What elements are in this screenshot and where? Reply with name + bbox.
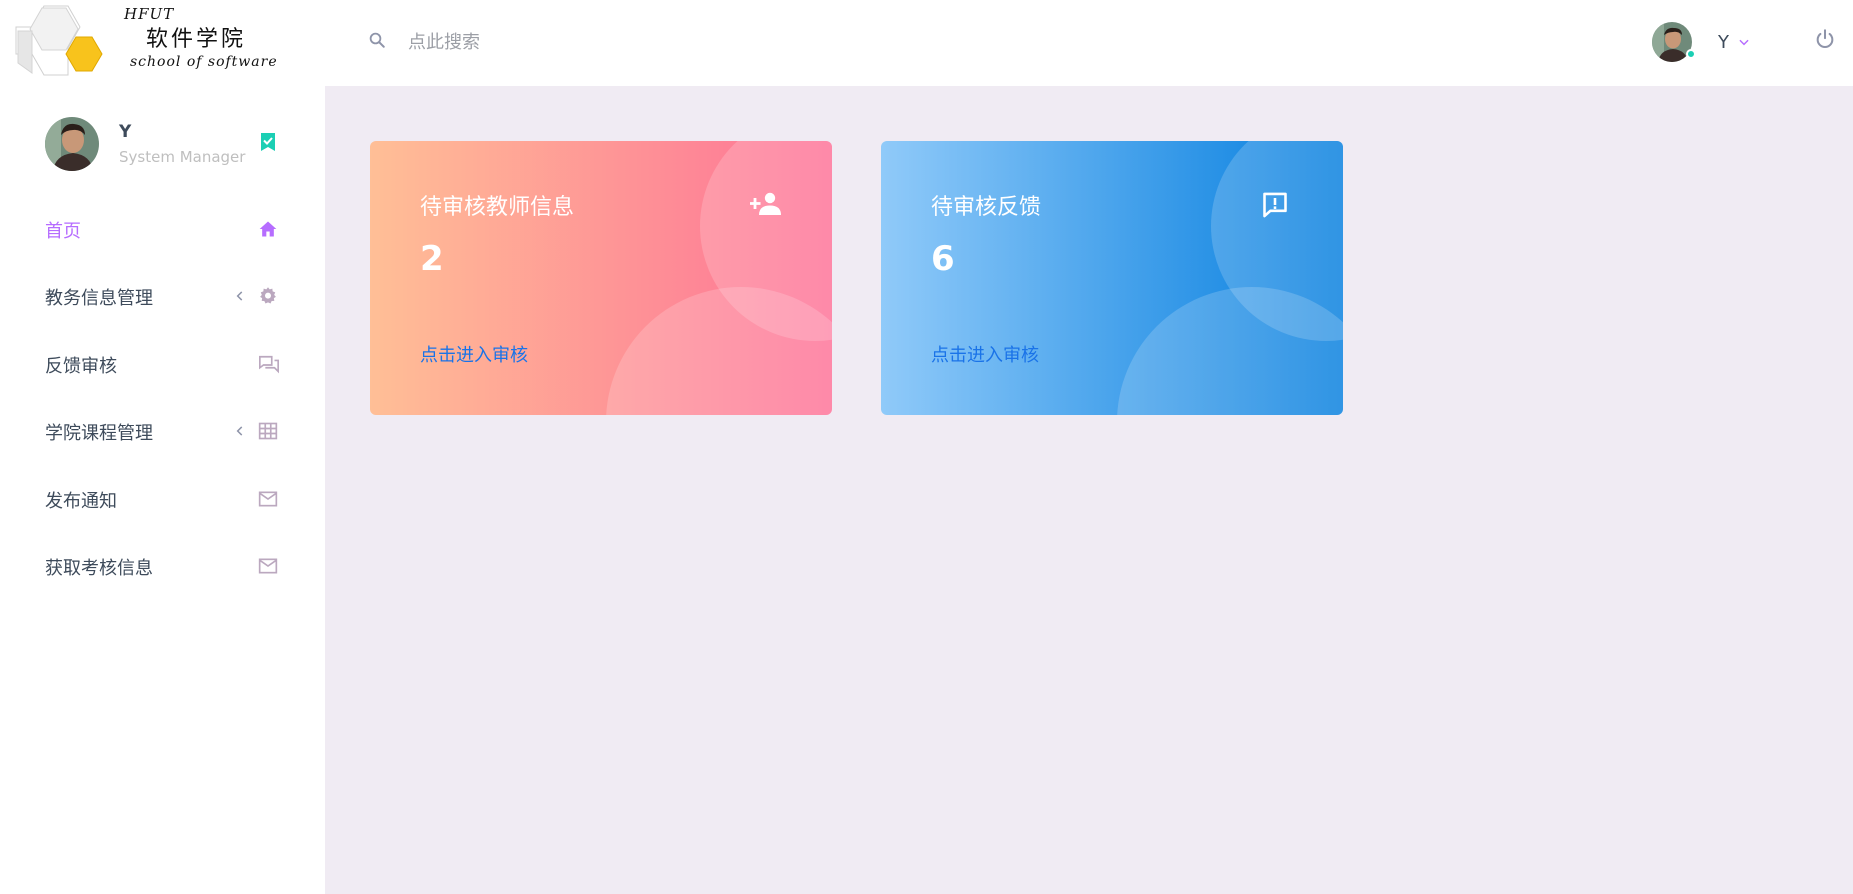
card-title: 待审核反馈 bbox=[931, 195, 1042, 220]
sidebar-item-academic-info[interactable]: 教务信息管理 bbox=[0, 264, 325, 332]
search-bar bbox=[368, 22, 868, 62]
card-decoration-circle bbox=[606, 287, 832, 415]
card-decoration-circle bbox=[1117, 287, 1343, 415]
review-link[interactable]: 点击进入审核 bbox=[420, 341, 528, 367]
sidebar: Y System Manager 首页 教务信息管理 反馈审核 学院课程管理 发… bbox=[0, 86, 325, 894]
review-link[interactable]: 点击进入审核 bbox=[931, 341, 1039, 367]
sidebar-item-label: 获取考核信息 bbox=[45, 558, 153, 580]
top-navbar: HFUT 软件学院 school of software Y bbox=[0, 0, 1853, 86]
account-plus-icon bbox=[750, 191, 784, 221]
sidebar-item-home[interactable]: 首页 bbox=[0, 196, 325, 264]
sidebar-user-role: System Manager bbox=[119, 148, 246, 166]
brand-text: HFUT 软件学院 school of software bbox=[124, 5, 278, 70]
nav-avatar-wrap bbox=[1652, 22, 1696, 62]
sidebar-item-label: 反馈审核 bbox=[45, 355, 117, 377]
search-icon[interactable] bbox=[368, 31, 390, 53]
hexagon-logo-icon bbox=[15, 5, 103, 76]
brand-name-en: school of software bbox=[130, 54, 278, 70]
sidebar-item-label: 教务信息管理 bbox=[45, 288, 153, 310]
message-alert-icon bbox=[1261, 191, 1295, 221]
chevron-down-icon bbox=[1737, 35, 1751, 49]
sidebar-item-assessment-info[interactable]: 获取考核信息 bbox=[0, 534, 325, 602]
home-icon bbox=[258, 219, 280, 241]
sidebar-item-course-management[interactable]: 学院课程管理 bbox=[0, 399, 325, 467]
email-icon bbox=[258, 489, 280, 511]
bookmark-check-icon bbox=[259, 132, 281, 154]
forum-icon bbox=[258, 354, 280, 376]
online-status-dot bbox=[1686, 49, 1696, 59]
power-icon[interactable] bbox=[1814, 28, 1838, 52]
avatar bbox=[45, 117, 99, 171]
nav-profile-dropdown[interactable]: Y bbox=[1652, 20, 1751, 64]
sidebar-item-publish-notice[interactable]: 发布通知 bbox=[0, 466, 325, 534]
search-input[interactable] bbox=[408, 31, 828, 53]
chevron-left-icon bbox=[233, 289, 249, 305]
card-value: 2 bbox=[420, 239, 444, 279]
sidebar-menu: 首页 教务信息管理 反馈审核 学院课程管理 发布通知 获取考核信息 bbox=[0, 196, 325, 601]
table-icon bbox=[258, 421, 280, 443]
gear-icon bbox=[258, 286, 280, 308]
sidebar-item-feedback-review[interactable]: 反馈审核 bbox=[0, 331, 325, 399]
pending-teacher-card: 待审核教师信息 2 点击进入审核 bbox=[370, 141, 832, 415]
card-title: 待审核教师信息 bbox=[420, 195, 575, 220]
chevron-left-icon bbox=[233, 424, 249, 440]
sidebar-profile-info: Y System Manager bbox=[119, 122, 245, 166]
sidebar-profile[interactable]: Y System Manager bbox=[45, 116, 285, 172]
nav-user-name: Y bbox=[1718, 31, 1729, 53]
email-icon bbox=[258, 556, 280, 578]
sidebar-item-label: 学院课程管理 bbox=[45, 423, 153, 445]
brand-name-cn: 软件学院 bbox=[146, 27, 247, 52]
brand-logo[interactable]: HFUT 软件学院 school of software bbox=[0, 0, 325, 86]
card-value: 6 bbox=[931, 239, 955, 279]
sidebar-item-label: 首页 bbox=[45, 220, 81, 242]
sidebar-item-label: 发布通知 bbox=[45, 490, 117, 512]
pending-feedback-card: 待审核反馈 6 点击进入审核 bbox=[881, 141, 1343, 415]
sidebar-user-name: Y bbox=[119, 122, 132, 142]
